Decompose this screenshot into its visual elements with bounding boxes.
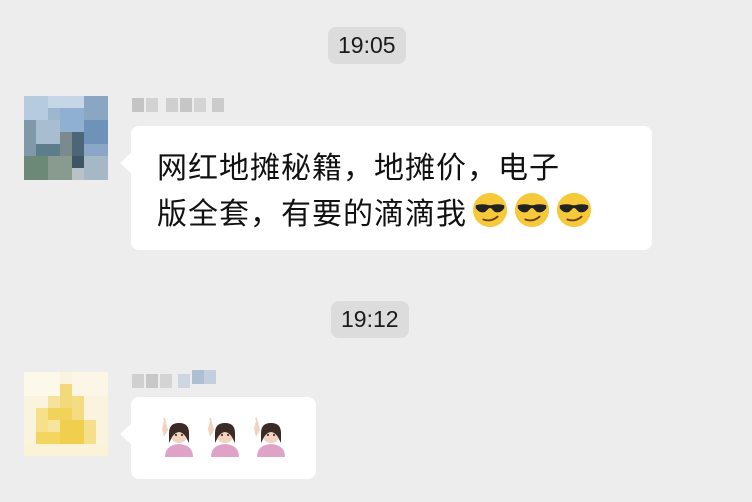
sender-avatar-1[interactable] (24, 96, 108, 180)
message-bubble-1[interactable]: 网红地摊秘籍，地摊价，电子 版全套，有要的滴滴我 (120, 126, 652, 250)
sender-name-blurred-1 (132, 98, 228, 112)
timestamp-2: 19:12 (331, 301, 409, 338)
smirk-sunglasses-emoji (514, 192, 550, 228)
smirk-sunglasses-emoji (556, 192, 592, 228)
timestamp-1: 19:05 (328, 27, 406, 64)
sender-name-blurred-2 (132, 370, 216, 388)
woman-raising-hand-emoji (208, 417, 239, 457)
pixelated-avatar-image (24, 372, 108, 456)
woman-raising-hand-emoji (254, 417, 285, 457)
emoji-row (159, 417, 297, 461)
sender-avatar-2[interactable] (24, 372, 108, 456)
pixelated-avatar-image (24, 96, 108, 180)
message-bubble-2[interactable] (120, 397, 316, 479)
woman-raising-hand-emoji (162, 417, 193, 457)
message-text-1: 网红地摊秘籍，地摊价，电子 版全套，有要的滴滴我 (157, 146, 640, 237)
smirk-sunglasses-emoji (472, 192, 508, 228)
